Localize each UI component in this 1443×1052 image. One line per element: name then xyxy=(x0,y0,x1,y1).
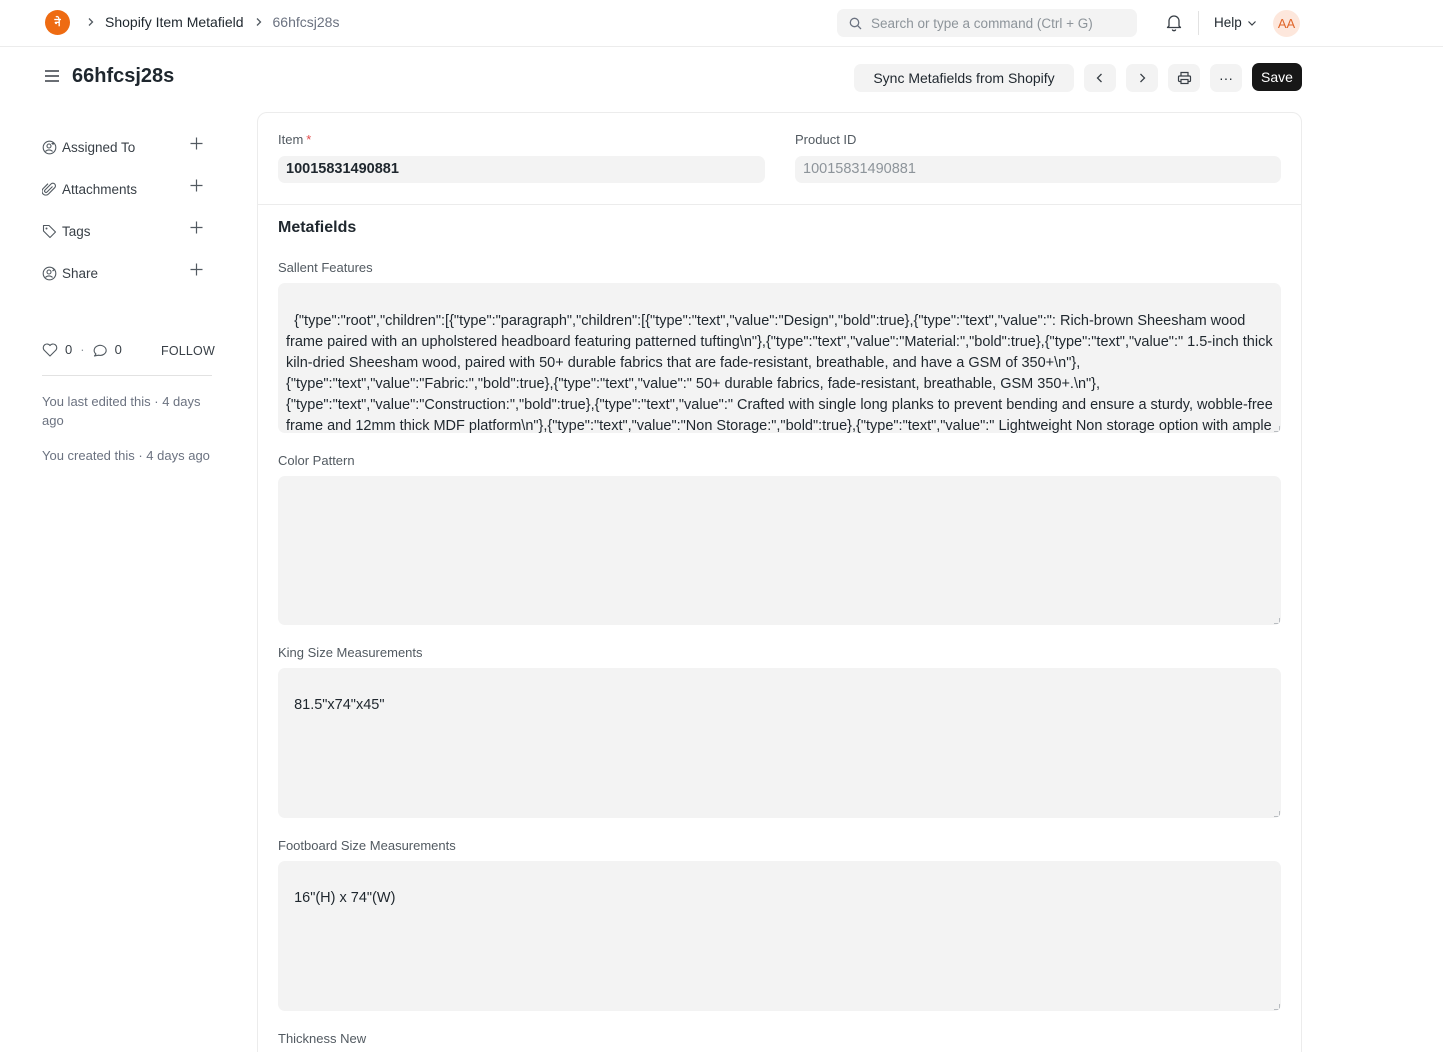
sidebar-item-label: Tags xyxy=(62,223,91,239)
salient-features-value: {"type":"root","children":[{"type":"para… xyxy=(286,313,1273,433)
chevron-right-icon xyxy=(254,15,264,30)
plus-icon[interactable] xyxy=(190,221,203,237)
form-sidebar: Assigned To Attachments Tags Share xyxy=(42,126,212,294)
likes-count: 0 xyxy=(65,342,73,357)
user-add-icon xyxy=(42,140,58,155)
sidebar-item-assigned-to[interactable]: Assigned To xyxy=(42,126,212,168)
footboard-size-label: Footboard Size Measurements xyxy=(278,838,456,853)
page-title: 66hfcsj28s xyxy=(72,65,175,87)
sync-metafields-button[interactable]: Sync Metafields from Shopify xyxy=(854,64,1074,92)
sidebar-item-share[interactable]: Share xyxy=(42,252,212,294)
chevron-left-icon xyxy=(1096,73,1102,83)
search-input[interactable] xyxy=(871,15,1121,31)
thickness-new-label: Thickness New xyxy=(278,1031,367,1046)
next-doc-button[interactable] xyxy=(1126,64,1158,92)
comment-icon[interactable] xyxy=(93,343,108,357)
salient-features-label: Sallent Features xyxy=(278,260,373,275)
breadcrumb-doctype[interactable]: Shopify Item Metafield xyxy=(105,14,244,30)
sidebar-item-attachments[interactable]: Attachments xyxy=(42,168,212,210)
chevron-right-icon xyxy=(86,15,96,30)
sidebar-item-label: Share xyxy=(62,265,99,281)
salient-features-textarea[interactable]: {"type":"root","children":[{"type":"para… xyxy=(278,283,1281,433)
share-user-icon xyxy=(42,266,58,281)
nav-divider xyxy=(1198,11,1199,35)
more-actions-button[interactable]: ··· xyxy=(1210,64,1242,92)
heart-icon[interactable] xyxy=(42,342,58,357)
king-size-value: 81.5"x74"x45" xyxy=(294,697,385,713)
plus-icon[interactable] xyxy=(190,137,203,153)
tag-icon xyxy=(42,224,58,239)
paperclip-icon xyxy=(42,182,58,197)
follow-button[interactable]: FOLLOW xyxy=(161,344,215,358)
color-pattern-label: Color Pattern xyxy=(278,453,355,468)
footboard-size-textarea[interactable]: 16"(H) x 74"(W) xyxy=(278,861,1281,1011)
save-button[interactable]: Save xyxy=(1252,63,1302,91)
sidebar-item-label: Assigned To xyxy=(62,139,136,155)
sidebar-item-label: Attachments xyxy=(62,181,138,197)
resize-handle[interactable] xyxy=(1274,1004,1280,1010)
resize-handle[interactable] xyxy=(1274,811,1280,817)
print-button[interactable] xyxy=(1168,64,1200,92)
sidebar-item-tags[interactable]: Tags xyxy=(42,210,212,252)
product-id-label: Product ID xyxy=(795,132,857,147)
king-size-textarea[interactable]: 81.5"x74"x45" xyxy=(278,668,1281,818)
section-divider xyxy=(258,204,1301,205)
help-dropdown[interactable]: Help xyxy=(1214,15,1257,30)
bell-icon[interactable] xyxy=(1165,13,1183,35)
plus-icon[interactable] xyxy=(190,179,203,195)
printer-icon xyxy=(1177,71,1191,85)
item-field[interactable]: 10015831490881 xyxy=(278,156,765,183)
sidebar-toggle-icon[interactable] xyxy=(44,68,60,87)
item-label-text: Item xyxy=(278,132,304,147)
navbar: ने Shopify Item Metafield 66hfcsj28s Hel… xyxy=(0,0,1443,47)
search-icon xyxy=(849,17,862,29)
chevron-down-icon xyxy=(1247,20,1256,26)
product-id-field: 10015831490881 xyxy=(795,156,1281,183)
plus-icon[interactable] xyxy=(190,263,203,279)
last-edited-text: You last edited this · 4 days ago xyxy=(42,394,201,428)
sidebar-divider xyxy=(42,375,212,376)
color-pattern-textarea[interactable] xyxy=(278,476,1281,625)
section-title-metafields: Metafields xyxy=(278,219,357,236)
resize-handle[interactable] xyxy=(1274,618,1280,624)
breadcrumb: Shopify Item Metafield 66hfcsj28s xyxy=(86,14,349,30)
resize-handle[interactable] xyxy=(1274,426,1280,432)
king-size-label: King Size Measurements xyxy=(278,645,423,660)
previous-doc-button[interactable] xyxy=(1084,64,1116,92)
help-label: Help xyxy=(1214,15,1242,30)
search-bar[interactable] xyxy=(837,9,1137,37)
separator-dot: · xyxy=(80,342,85,357)
avatar[interactable]: AA xyxy=(1273,10,1300,37)
breadcrumb-current[interactable]: 66hfcsj28s xyxy=(273,14,340,30)
required-mark: * xyxy=(306,132,312,147)
chevron-right-icon xyxy=(1140,73,1146,83)
footboard-size-value: 16"(H) x 74"(W) xyxy=(294,890,396,906)
comments-count: 0 xyxy=(114,342,122,357)
item-label: Item * xyxy=(278,132,311,147)
created-text: You created this · 4 days ago xyxy=(42,448,210,463)
app-logo[interactable]: ने xyxy=(45,10,70,35)
